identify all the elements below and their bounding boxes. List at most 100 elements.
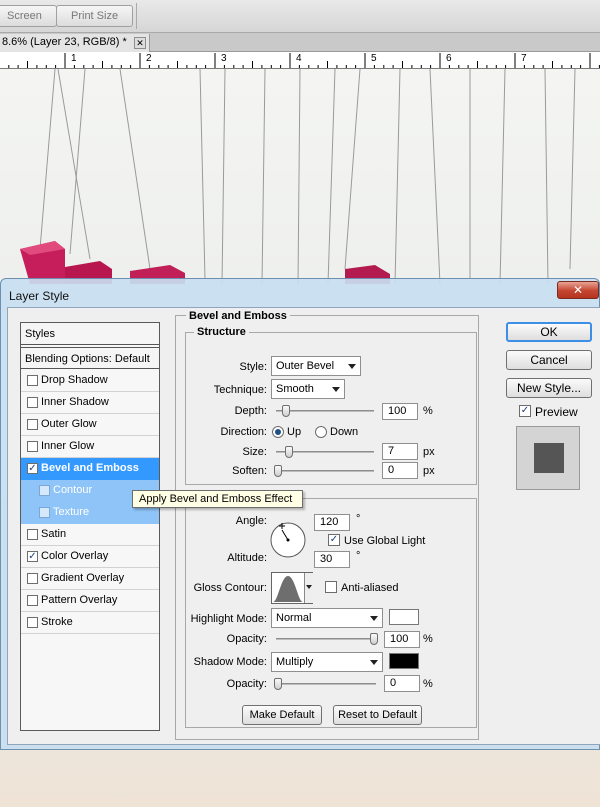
style-checkbox[interactable]: ✓ xyxy=(27,551,38,562)
screen-button[interactable]: Screen xyxy=(0,5,57,27)
horizontal-ruler[interactable]: 1 2 3 4 5 6 7 xyxy=(0,52,600,69)
chevron-down-icon xyxy=(370,660,378,665)
preview-checkbox[interactable]: ✓ xyxy=(519,405,531,417)
size-slider[interactable] xyxy=(276,445,374,459)
style-item-inner-shadow[interactable]: Inner Shadow xyxy=(21,392,159,414)
direction-up-label: Up xyxy=(287,426,302,438)
structure-title: Structure xyxy=(194,326,249,338)
layer-style-dialog: Layer Style ✕ Styles Blending Options: D… xyxy=(0,278,600,750)
ruler-label: 4 xyxy=(296,53,302,64)
document-tab-bar: 8.6% (Layer 23, RGB/8) * ✕ xyxy=(0,33,600,52)
shadow-opacity-slider[interactable] xyxy=(274,677,376,691)
reset-to-default-button[interactable]: Reset to Default xyxy=(333,705,422,725)
tooltip: Apply Bevel and Emboss Effect xyxy=(132,490,303,508)
soften-input[interactable]: 0 xyxy=(382,462,418,479)
style-item-pattern-overlay[interactable]: Pattern Overlay xyxy=(21,590,159,612)
slider-track xyxy=(276,638,376,640)
dialog-title: Layer Style xyxy=(9,289,70,303)
soften-unit: px xyxy=(423,465,435,477)
slider-thumb[interactable] xyxy=(273,465,282,477)
direction-label: Direction: xyxy=(220,426,267,438)
cancel-button[interactable]: Cancel xyxy=(506,350,592,370)
options-bar: Screen Print Size xyxy=(0,0,600,33)
style-checkbox[interactable] xyxy=(39,485,50,496)
size-input[interactable]: 7 xyxy=(382,443,418,460)
shadow-opacity-label: Opacity: xyxy=(226,678,267,690)
style-dropdown[interactable]: Outer Bevel xyxy=(271,356,361,376)
chevron-down-icon xyxy=(306,585,312,589)
use-global-light-checkbox[interactable]: ✓ xyxy=(328,534,340,546)
highlight-opacity-slider[interactable] xyxy=(276,632,378,646)
shadow-mode-dropdown[interactable]: Multiply xyxy=(271,652,383,672)
ruler-label: 5 xyxy=(371,53,377,64)
style-item-label: Drop Shadow xyxy=(41,374,108,386)
style-checkbox[interactable] xyxy=(27,419,38,430)
depth-unit: % xyxy=(423,405,433,417)
style-checkbox[interactable] xyxy=(27,617,38,628)
shadow-color-swatch[interactable] xyxy=(389,653,419,669)
altitude-input[interactable]: 30 xyxy=(314,551,350,568)
style-checkbox[interactable] xyxy=(27,441,38,452)
technique-dropdown[interactable]: Smooth xyxy=(271,379,345,399)
style-checkbox[interactable]: ✓ xyxy=(27,463,38,474)
print-size-button[interactable]: Print Size xyxy=(56,5,134,27)
slider-track xyxy=(276,410,374,412)
highlight-mode-dropdown[interactable]: Normal xyxy=(271,608,383,628)
highlight-mode-label: Highlight Mode: xyxy=(190,613,267,625)
style-item-stroke[interactable]: Stroke xyxy=(21,612,159,634)
slider-thumb[interactable] xyxy=(281,405,290,417)
ruler-label: 3 xyxy=(221,53,227,64)
depth-label: Depth: xyxy=(234,405,267,417)
direction-down-label: Down xyxy=(330,426,359,438)
style-item-gradient-overlay[interactable]: Gradient Overlay xyxy=(21,568,159,590)
angle-dial[interactable] xyxy=(269,521,307,559)
document-tab[interactable]: 8.6% (Layer 23, RGB/8) * ✕ xyxy=(0,34,150,52)
shadow-opacity-input[interactable]: 0 xyxy=(384,675,420,692)
new-style-button[interactable]: New Style... xyxy=(506,378,592,398)
size-label: Size: xyxy=(242,446,267,458)
styles-header[interactable]: Styles xyxy=(21,323,159,345)
style-item-outer-glow[interactable]: Outer Glow xyxy=(21,414,159,436)
ruler-label: 1 xyxy=(71,53,77,64)
highlight-color-swatch[interactable] xyxy=(389,609,419,625)
make-default-button[interactable]: Make Default xyxy=(242,705,322,725)
style-item-label: Outer Glow xyxy=(41,418,97,430)
style-item-label: Satin xyxy=(41,528,67,540)
ruler-ticks: 1 2 3 4 5 6 7 xyxy=(8,53,600,68)
angle-input[interactable]: 120 xyxy=(314,514,350,531)
ruler-label: 6 xyxy=(446,53,452,64)
style-checkbox[interactable] xyxy=(39,507,50,518)
style-checkbox[interactable] xyxy=(27,375,38,386)
anti-aliased-checkbox[interactable] xyxy=(325,581,337,593)
style-item-drop-shadow[interactable]: Drop Shadow xyxy=(21,370,159,392)
slider-thumb[interactable] xyxy=(370,633,378,645)
use-global-light-label: Use Global Light xyxy=(344,535,426,547)
style-checkbox[interactable] xyxy=(27,595,38,606)
highlight-opacity-input[interactable]: 100 xyxy=(384,631,420,648)
style-item-color-overlay[interactable]: ✓ Color Overlay xyxy=(21,546,159,568)
highlight-opacity-label: Opacity: xyxy=(226,633,267,645)
angle-degree: ° xyxy=(356,513,361,525)
style-item-bevel-and-emboss[interactable]: ✓ Bevel and Emboss xyxy=(21,458,159,480)
slider-thumb[interactable] xyxy=(284,446,293,458)
style-item-label: Gradient Overlay xyxy=(41,572,125,584)
direction-down-radio[interactable] xyxy=(315,426,327,438)
style-checkbox[interactable] xyxy=(27,529,38,540)
style-item-satin[interactable]: Satin xyxy=(21,524,159,546)
direction-up-radio[interactable] xyxy=(272,426,284,438)
slider-thumb[interactable] xyxy=(274,678,282,690)
soften-slider[interactable] xyxy=(273,464,374,478)
depth-input[interactable]: 100 xyxy=(382,403,418,420)
shadow-mode-value: Multiply xyxy=(276,656,314,668)
ok-button[interactable]: OK xyxy=(506,322,592,342)
contour-dropdown-button[interactable] xyxy=(304,573,313,603)
depth-slider[interactable] xyxy=(276,404,374,418)
blending-options[interactable]: Blending Options: Default xyxy=(21,347,159,369)
close-icon[interactable]: ✕ xyxy=(134,37,146,49)
anti-aliased-label: Anti-aliased xyxy=(341,582,399,594)
style-item-inner-glow[interactable]: Inner Glow xyxy=(21,436,159,458)
gloss-contour-picker[interactable] xyxy=(271,572,313,604)
style-checkbox[interactable] xyxy=(27,573,38,584)
style-checkbox[interactable] xyxy=(27,397,38,408)
dialog-close-button[interactable]: ✕ xyxy=(557,281,599,299)
